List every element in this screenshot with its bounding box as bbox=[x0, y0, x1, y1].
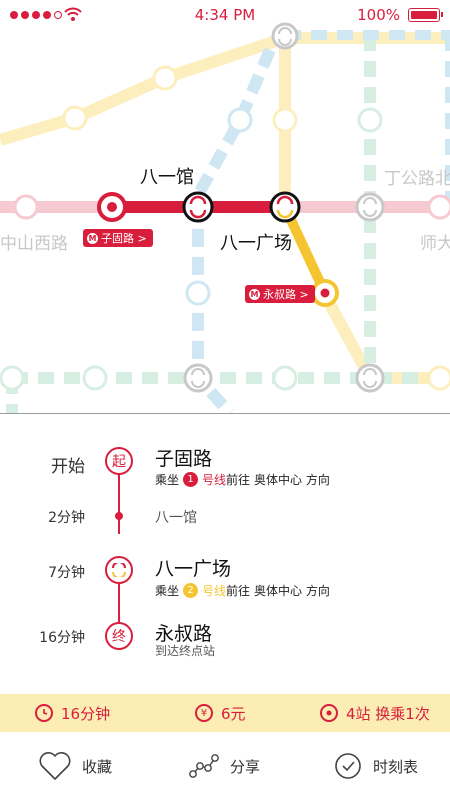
metro-map-canvas[interactable] bbox=[0, 0, 450, 413]
battery-percent: 100% bbox=[357, 6, 400, 24]
transfer-station-grey bbox=[183, 363, 213, 393]
end-node-icon: 终 bbox=[105, 622, 133, 650]
step-time: 2分钟 bbox=[48, 510, 85, 526]
arrival-note: 到达终点站 bbox=[155, 644, 216, 658]
station-name[interactable]: 八一馆 bbox=[155, 507, 197, 527]
share-icon bbox=[189, 754, 219, 778]
pass-node-icon bbox=[115, 512, 123, 520]
transfer-station-grey bbox=[355, 363, 385, 393]
station-bayiguangchang-marker bbox=[269, 191, 301, 223]
station-faded bbox=[185, 280, 211, 306]
station-name[interactable]: 子固路 bbox=[155, 444, 212, 471]
transfer-station-grey bbox=[355, 192, 385, 222]
station-faded bbox=[0, 365, 25, 391]
transfer-count-icon bbox=[320, 704, 338, 722]
origin-station-tag[interactable]: M 子固路 > bbox=[83, 229, 153, 247]
heart-icon bbox=[39, 752, 71, 780]
station-faded bbox=[152, 65, 178, 91]
summary-fare: ¥ 6元 bbox=[195, 694, 246, 732]
metro-map[interactable]: 八一馆 八一广场 丁公路北 中山西路 师大 M 子固路 > M 永叔路 > bbox=[0, 0, 450, 413]
battery-icon bbox=[408, 8, 443, 22]
metro-icon: M bbox=[249, 288, 260, 300]
metro-icon: M bbox=[87, 232, 98, 244]
step-time: 开始 bbox=[51, 457, 85, 477]
station-faded bbox=[272, 365, 298, 391]
station-faded bbox=[82, 365, 108, 391]
stops-value: 4站 换乘1次 bbox=[346, 704, 430, 723]
station-name[interactable]: 八一广场 bbox=[155, 554, 231, 581]
line-instruction: 乘坐 2 号线 前往 奥体中心 方向 bbox=[155, 582, 330, 599]
toward-prefix: 前往 bbox=[226, 584, 251, 598]
line-label: 号线 bbox=[202, 584, 227, 598]
toward-direction: 奥体中心 方向 bbox=[254, 584, 330, 598]
step-time: 16分钟 bbox=[39, 630, 85, 646]
clock-icon bbox=[335, 753, 361, 779]
station-origin-marker bbox=[97, 192, 127, 222]
station-bayiguan-marker bbox=[182, 191, 214, 223]
station-faded bbox=[357, 107, 383, 133]
take-label: 乘坐 bbox=[155, 584, 180, 598]
toward-direction: 奥体中心 方向 bbox=[254, 473, 330, 487]
share-button[interactable]: 分享 bbox=[188, 732, 260, 800]
schedule-label: 时刻表 bbox=[373, 757, 419, 776]
duration-value: 16分钟 bbox=[61, 704, 111, 723]
transfer-icon bbox=[112, 563, 126, 577]
station-faded bbox=[227, 107, 253, 133]
clock-icon bbox=[35, 704, 53, 722]
route-summary-bar: 16分钟 ¥ 6元 4站 换乘1次 bbox=[0, 694, 450, 732]
station-faded bbox=[427, 194, 450, 220]
origin-tag-label: 子固路 > bbox=[101, 232, 147, 245]
favorite-button[interactable]: 收藏 bbox=[38, 732, 112, 800]
station-faded bbox=[272, 107, 298, 133]
line-badge: 2 bbox=[183, 583, 199, 598]
yuan-icon: ¥ bbox=[195, 704, 213, 722]
line-label: 号线 bbox=[202, 473, 227, 487]
map-label-bayiguangchang: 八一广场 bbox=[220, 233, 292, 254]
favorite-label: 收藏 bbox=[82, 757, 113, 776]
station-faded bbox=[427, 365, 450, 391]
station-faded bbox=[13, 194, 39, 220]
step-time: 7分钟 bbox=[48, 565, 85, 581]
station-faded bbox=[62, 105, 88, 131]
line-instruction: 乘坐 1 号线 前往 奥体中心 方向 bbox=[155, 471, 330, 488]
destination-tag-label: 永叔路 > bbox=[263, 288, 309, 301]
map-label-bayiguan: 八一馆 bbox=[140, 167, 194, 188]
summary-duration: 16分钟 bbox=[35, 694, 110, 732]
share-label: 分享 bbox=[230, 757, 261, 776]
route-details: 开始 起 子固路 乘坐 1 号线 前往 奥体中心 方向 2分钟 八一馆 7分钟 … bbox=[0, 414, 450, 694]
summary-stops: 4站 换乘1次 bbox=[320, 694, 430, 732]
station-destination-marker bbox=[311, 279, 339, 307]
map-label-zhongshanxilu: 中山西路 bbox=[0, 234, 68, 254]
map-label-shida: 师大 bbox=[420, 234, 450, 254]
status-bar: 4:34 PM 100% bbox=[0, 0, 450, 30]
fare-value: 6元 bbox=[221, 704, 246, 723]
transfer-node-icon bbox=[105, 556, 133, 584]
schedule-button[interactable]: 时刻表 bbox=[333, 732, 418, 800]
bottom-nav: 收藏 分享 时刻表 bbox=[0, 732, 450, 800]
toward-prefix: 前往 bbox=[226, 473, 251, 487]
start-node-icon: 起 bbox=[105, 447, 133, 475]
map-label-dinggonglu: 丁公路北 bbox=[384, 169, 450, 189]
line-badge: 1 bbox=[183, 472, 199, 487]
destination-station-tag[interactable]: M 永叔路 > bbox=[245, 285, 315, 303]
take-label: 乘坐 bbox=[155, 473, 180, 487]
